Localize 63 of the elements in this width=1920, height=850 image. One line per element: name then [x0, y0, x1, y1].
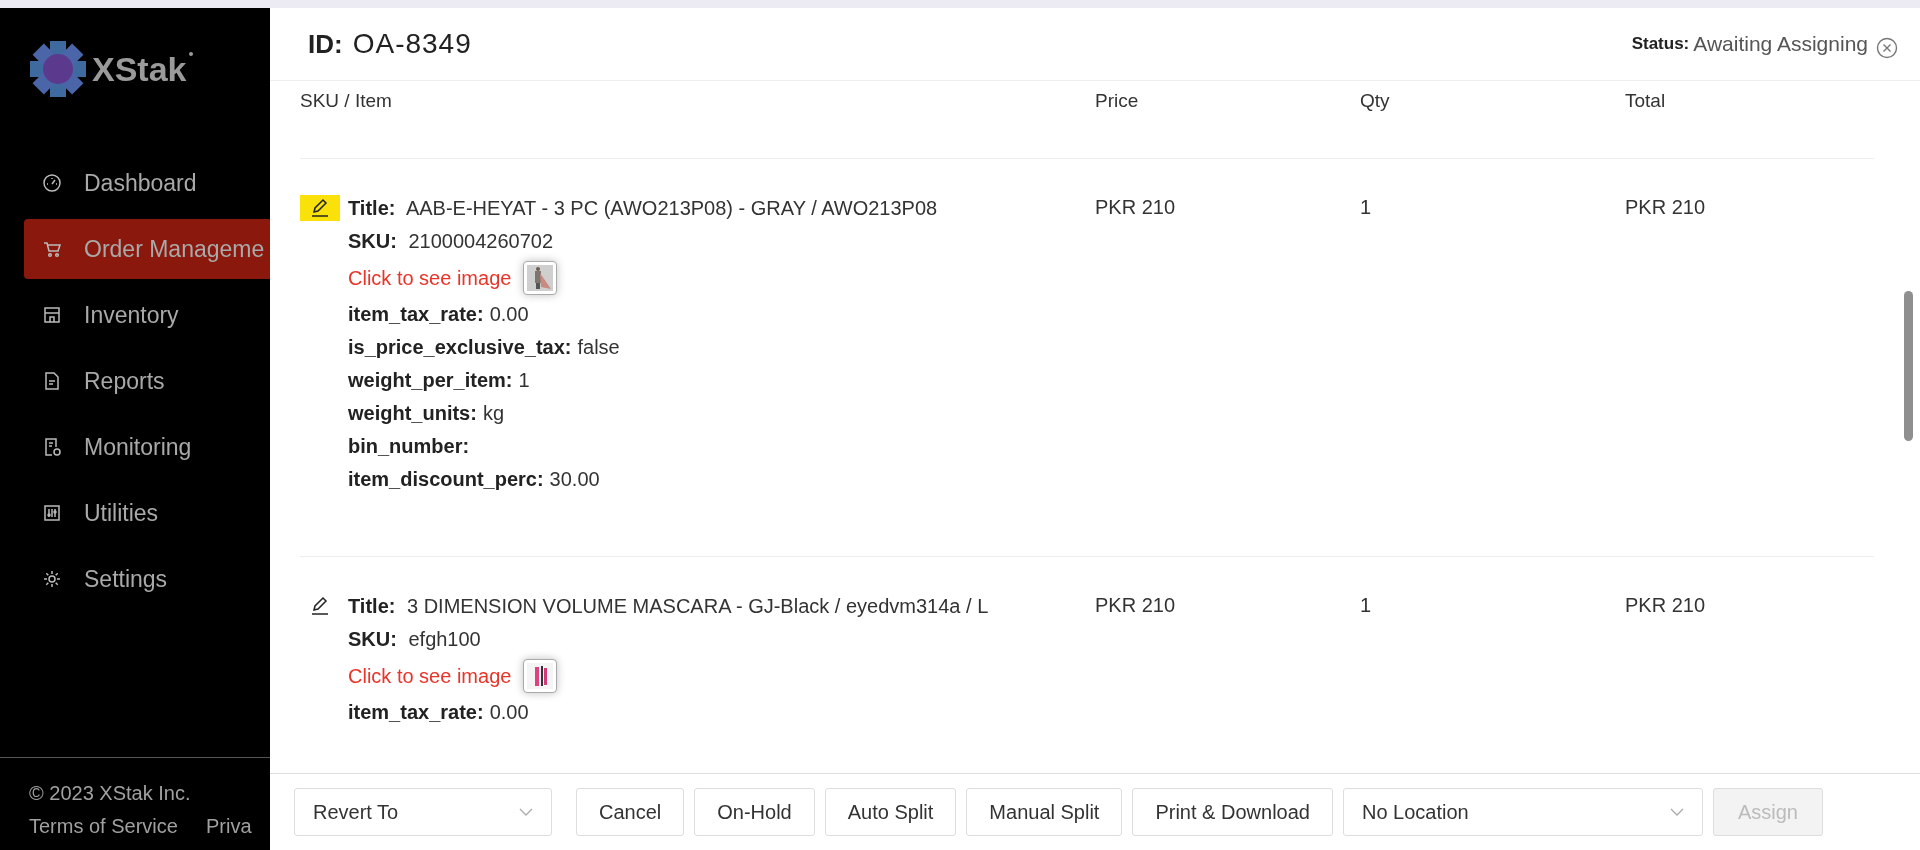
- column-header: Total: [1625, 90, 1667, 112]
- qty-cell-text: 1: [1360, 195, 1373, 219]
- thumbnail[interactable]: [523, 659, 558, 693]
- price-cell-text: PKR 210: [1095, 593, 1177, 617]
- item-attribute: weight_units: kg: [348, 401, 505, 426]
- item-attribute: item_tax_rate: 0.00: [348, 302, 530, 327]
- logo-icon: [28, 39, 88, 99]
- action-button[interactable]: Auto Split: [824, 788, 957, 836]
- item-sku: SKU: 2100004260702: [348, 229, 555, 254]
- status-label: Status:: [1631, 34, 1690, 54]
- image-link[interactable]: Click to see image: [348, 266, 512, 290]
- pencil-icon: [309, 197, 331, 219]
- item-attribute: item_discount_perc: 30.00: [348, 467, 601, 492]
- item-sku: SKU: efgh100: [348, 627, 482, 652]
- sidebar-item[interactable]: Reports: [24, 351, 270, 411]
- item-title: Title: AAB-E-HEYAT - 3 PC (AWO213P08) - GRAY / AWO213P08: [348, 196, 938, 221]
- action-button[interactable]: Manual Split: [966, 788, 1123, 836]
- status-value: Awaiting Assigning: [1693, 32, 1868, 56]
- close-icon[interactable]: [1876, 37, 1898, 59]
- column-header: Price: [1095, 90, 1140, 112]
- registered-mark-icon: [188, 52, 193, 56]
- chevron-down-icon: [1669, 808, 1684, 816]
- item-title: Title: 3 DIMENSION VOLUME MASCARA - GJ-Black / eyedvm314a / L: [348, 594, 989, 619]
- total-cell-text: PKR 210: [1625, 195, 1707, 219]
- logo-text: XStak: [92, 49, 187, 89]
- item-attribute: weight_per_item: 1: [348, 368, 531, 393]
- sidebar-item[interactable]: Order Manageme: [24, 219, 270, 279]
- id-label: ID:: [308, 29, 343, 60]
- action-button[interactable]: On-Hold: [694, 788, 815, 836]
- revert-dropdown[interactable]: Revert To: [294, 788, 552, 836]
- sidebar-item[interactable]: Inventory: [24, 285, 270, 345]
- item-attribute: item_tax_rate: 0.00: [348, 700, 530, 725]
- sidebar-item[interactable]: Monitoring: [24, 417, 270, 477]
- scrollbar-thumb[interactable]: [1904, 291, 1913, 441]
- gauge-icon: [42, 173, 62, 193]
- image-link[interactable]: Click to see image: [348, 664, 512, 688]
- settings-icon: [42, 569, 62, 589]
- order-id: OA-8349: [352, 28, 472, 60]
- store-icon: [42, 305, 62, 325]
- cart-icon: [42, 239, 62, 259]
- edit-button[interactable]: [300, 195, 340, 221]
- total-cell-text: PKR 210: [1625, 593, 1707, 617]
- sidebar-item[interactable]: Utilities: [24, 483, 270, 543]
- action-button[interactable]: Print & Download: [1132, 788, 1333, 836]
- price-cell-text: PKR 210: [1095, 195, 1177, 219]
- footer-link[interactable]: Priva: [205, 815, 252, 838]
- item-attribute: bin_number:: [348, 434, 471, 459]
- location-dropdown[interactable]: No Location: [1342, 788, 1703, 836]
- item-attribute: is_price_exclusive_tax: false: [348, 335, 621, 360]
- footer-link[interactable]: Terms of Service: [29, 815, 178, 838]
- chevron-down-icon: [519, 808, 533, 816]
- qty-cell-text: 1: [1360, 593, 1373, 617]
- sidebar-item[interactable]: Dashboard: [24, 153, 270, 213]
- sidebar-item[interactable]: Settings: [24, 549, 270, 609]
- document-icon: [42, 371, 62, 391]
- copyright-text: © 2023 XStak Inc.: [29, 782, 192, 805]
- sliders-icon: [42, 503, 62, 523]
- pencil-icon: [309, 595, 331, 617]
- column-header: SKU / Item: [300, 90, 393, 112]
- report-refresh-icon: [42, 437, 62, 457]
- column-header: Qty: [1360, 90, 1391, 112]
- action-button[interactable]: Cancel: [576, 788, 685, 836]
- thumbnail[interactable]: [523, 261, 558, 295]
